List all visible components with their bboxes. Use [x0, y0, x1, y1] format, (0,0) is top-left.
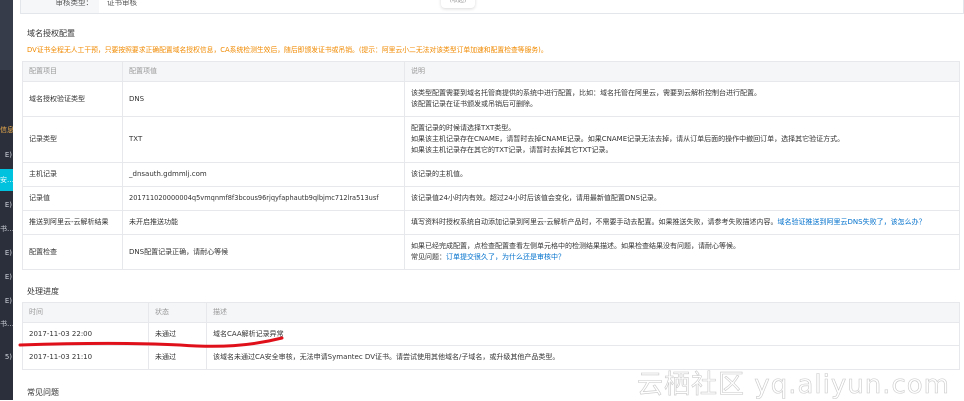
progress-table: 时间 状态 描述 2017-11-03 22:00 未通过 域名CAA解析记录异… [22, 302, 960, 370]
cell-value: DNS [122, 81, 405, 117]
cell-value: TXT [122, 116, 405, 163]
cell-status: 未通过 [148, 322, 207, 346]
header-value: 配置项值 [122, 61, 405, 82]
cell-item: 域名授权验证类型 [22, 81, 123, 117]
cell-status: 未通过 [148, 345, 207, 370]
header-time: 时间 [22, 302, 149, 323]
sidebar-item[interactable]: 5) [0, 346, 13, 368]
cell-desc: 域名CAA解析记录异常 [206, 322, 960, 346]
sidebar: 信息…E)安…E)书…E)E)E)书…5) [0, 0, 13, 400]
sidebar-item[interactable]: E) [0, 290, 13, 312]
cell-item: 推送到阿里云-云解析结果 [22, 210, 123, 235]
table-row: 2017-11-03 22:00 未通过 域名CAA解析记录异常 [22, 322, 960, 346]
sidebar-item[interactable]: E) [0, 242, 13, 264]
order-info-card: 审核类型： 证书审核 (收起) [20, 0, 964, 14]
faq-title: 常见问题 [27, 388, 59, 397]
cell-value: 201711020000004q5vmqnmf8f3bcous96rjqyfap… [122, 186, 405, 211]
cell-item: 配置检查 [22, 234, 123, 270]
header-desc: 描述 [206, 302, 960, 323]
cell-item: 记录值 [22, 186, 123, 211]
table-row: 配置检查 DNS配置记录正确，请耐心等候 如果已经完成配置，点检查配置查看左侧单… [22, 234, 960, 270]
cell-time: 2017-11-03 22:00 [22, 322, 149, 346]
cell-desc: 填写资料时授权系统自动添加记录到阿里云-云解析产品时，不需要手动去配置。如果推送… [404, 210, 960, 235]
cell-desc: 配置记录的时候请选择TXT类型。如果该主机记录存在CNAME，请暂时去掉CNAM… [404, 116, 960, 163]
cell-desc: 该记录的主机值。 [404, 162, 960, 187]
table-row: 推送到阿里云-云解析结果 未开启推送功能 填写资料时授权系统自动添加记录到阿里云… [22, 210, 960, 235]
cell-value: 未开启推送功能 [122, 210, 405, 235]
desc-text: 填写资料时授权系统自动添加记录到阿里云-云解析产品时，不需要手动去配置。如果推送… [411, 218, 778, 226]
domain-config-note: DV证书全程无人工干预，只要按照要求正确配置域名授权信息，CA系统检测生效后，随… [27, 46, 548, 54]
collapse-button[interactable]: (收起) [441, 0, 475, 8]
desc-line: 该配置记录在证书颁发或吊销后可删除。 [411, 100, 537, 108]
header-desc: 说明 [404, 61, 960, 82]
audit-type-value: 证书审核 [107, 0, 137, 7]
table-row: 记录值 201711020000004q5vmqnmf8f3bcous96rjq… [22, 186, 960, 211]
cell-value: _dnsauth.gdmmlj.com [122, 162, 405, 187]
sidebar-item[interactable]: 书… [0, 313, 13, 335]
audit-type-label: 审核类型： [21, 0, 99, 13]
header-status: 状态 [148, 302, 207, 323]
header-item: 配置项目 [22, 61, 123, 82]
desc-line: 如果该主机记录存在CNAME，请暂时去掉CNAME记录。如果CNAME记录无法去… [411, 135, 845, 143]
domain-config-table: 配置项目 配置项值 说明 域名授权验证类型 DNS 该类型配置需要到域名托管商提… [22, 61, 960, 270]
cell-desc: 如果已经完成配置，点检查配置查看左侧单元格中的检测结果描述。如果检查结果没有问题… [404, 234, 960, 270]
cell-desc: 该类型配置需要到域名托管商提供的系统中进行配置，比如：域名托管在阿里云，需要到云… [404, 81, 960, 117]
progress-title: 处理进度 [27, 287, 59, 296]
table-row: 记录类型 TXT 配置记录的时候请选择TXT类型。如果该主机记录存在CNAME，… [22, 116, 960, 163]
order-pending-faq-link[interactable]: 订单提交很久了，为什么还是审核中？ [446, 253, 565, 261]
desc-line: 如果已经完成配置，点检查配置查看左侧单元格中的检测结果描述。如果检查结果没有问题… [411, 242, 740, 250]
watermark: 云栖社区 yq.aliyun.com [637, 370, 950, 401]
cell-item: 主机记录 [22, 162, 123, 187]
sidebar-item[interactable]: 书… [0, 218, 13, 240]
table-row: 主机记录 _dnsauth.gdmmlj.com 该记录的主机值。 [22, 162, 960, 187]
sidebar-item[interactable]: 安… [0, 169, 13, 191]
sidebar-item[interactable]: E) [0, 266, 13, 288]
sidebar-header [0, 0, 13, 70]
faq-prefix: 常见问题： [411, 253, 446, 261]
table-header-row: 配置项目 配置项值 说明 [22, 61, 960, 82]
table-header-row: 时间 状态 描述 [22, 302, 960, 323]
cell-time: 2017-11-03 21:10 [22, 345, 149, 370]
sidebar-item[interactable]: E) [0, 194, 13, 216]
cell-value: DNS配置记录正确，请耐心等候 [122, 234, 405, 270]
desc-line: 配置记录的时候请选择TXT类型。 [411, 124, 516, 132]
dns-push-failed-link[interactable]: 域名验证推送到阿里云DNS失败了，该怎么办？ [778, 218, 926, 226]
sidebar-item[interactable]: E) [0, 144, 13, 166]
cell-item: 记录类型 [22, 116, 123, 163]
desc-line: 如果该主机记录存在其它的TXT记录，请暂时去掉其它TXT记录。 [411, 146, 613, 154]
table-row: 域名授权验证类型 DNS 该类型配置需要到域名托管商提供的系统中进行配置，比如：… [22, 81, 960, 117]
desc-line: 该类型配置需要到域名托管商提供的系统中进行配置，比如：域名托管在阿里云，需要到云… [411, 89, 761, 97]
cell-desc: 该记录值24小时内有效。超过24小时后该值会变化，请用最新值配置DNS记录。 [404, 186, 960, 211]
sidebar-item[interactable]: 信息… [0, 119, 13, 141]
domain-config-title: 域名授权配置 [27, 29, 75, 38]
